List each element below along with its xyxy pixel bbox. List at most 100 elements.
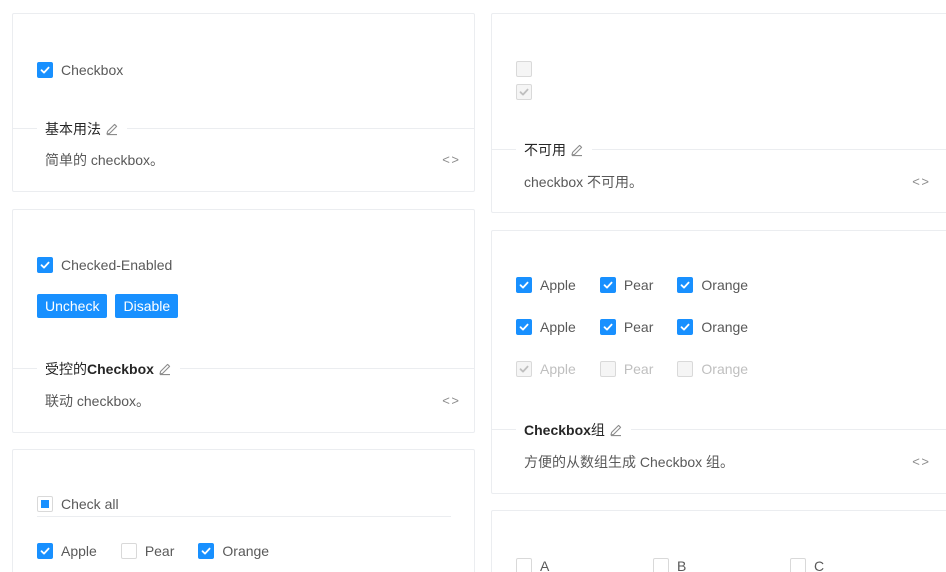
checkbox-box[interactable] bbox=[37, 543, 53, 559]
checkbox-label: Orange bbox=[701, 277, 749, 293]
checkbox-c[interactable]: C bbox=[790, 556, 927, 572]
check-icon bbox=[39, 64, 51, 76]
demo-description: 简单的 checkbox。 bbox=[45, 152, 165, 168]
checkbox-label: Orange bbox=[222, 543, 270, 559]
checkbox-label: Pear bbox=[144, 543, 175, 559]
code-expand-icon[interactable]: < > bbox=[442, 150, 459, 170]
checkbox-label: B bbox=[677, 558, 687, 572]
checkbox-apple[interactable]: Apple bbox=[516, 359, 584, 379]
disable-button[interactable]: Disable bbox=[115, 294, 179, 318]
demo-card-basic: Checkbox 基本用法 简单的 checkbox。 < > bbox=[12, 13, 475, 192]
checkbox-apple[interactable]: Apple bbox=[516, 317, 584, 337]
checkbox-apple[interactable]: Apple bbox=[516, 275, 584, 295]
demo-card-controlled: Checked-Enabled Uncheck Disable 受控的 Chec… bbox=[12, 209, 475, 433]
check-icon bbox=[679, 321, 691, 333]
checkbox-orange[interactable]: Orange bbox=[677, 317, 756, 337]
checkbox-label: A bbox=[540, 558, 550, 572]
checkbox-box[interactable] bbox=[516, 319, 532, 335]
checkbox-box[interactable] bbox=[198, 543, 215, 559]
checkbox-box[interactable] bbox=[516, 558, 532, 572]
checkbox-label: Checkbox bbox=[61, 62, 124, 78]
checkbox-box[interactable] bbox=[599, 319, 616, 335]
controlled-checkbox[interactable]: Checked-Enabled bbox=[37, 255, 180, 275]
demo-card-disabled: 不可用 checkbox 不可用。 < > bbox=[491, 13, 946, 213]
check-icon bbox=[39, 259, 51, 271]
checkbox-box[interactable] bbox=[37, 62, 53, 78]
checkbox-group-row-disabled: Apple Pear Orange bbox=[516, 359, 772, 379]
check-icon bbox=[518, 321, 530, 333]
checkbox-orange[interactable]: Orange bbox=[677, 275, 756, 295]
demo-title-text: 基本用法 bbox=[45, 121, 101, 137]
demo-title-text: 组 bbox=[590, 422, 605, 438]
checkbox-box[interactable] bbox=[516, 361, 532, 377]
demo-card-group: Apple Pear Orange Apple Pear Orange Appl… bbox=[491, 230, 946, 494]
demo-title: 不可用 bbox=[516, 140, 592, 160]
checkbox-label: C bbox=[814, 558, 825, 572]
edit-icon[interactable] bbox=[158, 362, 172, 376]
checkbox-box[interactable] bbox=[677, 319, 694, 335]
checkbox-group-row: Apple Pear Orange bbox=[37, 541, 451, 561]
demo-title: 基本用法 bbox=[37, 119, 127, 139]
check-all-divider bbox=[37, 516, 451, 517]
code-expand-icon[interactable]: < > bbox=[442, 391, 459, 411]
check-icon bbox=[39, 545, 51, 557]
basic-checkbox[interactable]: Checkbox bbox=[37, 60, 131, 80]
demo-title: Checkbox 组 bbox=[516, 420, 631, 440]
checkbox-box[interactable] bbox=[516, 277, 532, 293]
checkbox-box[interactable] bbox=[120, 543, 137, 559]
checkbox-label: Checked-Enabled bbox=[61, 257, 173, 273]
checkbox-box[interactable] bbox=[37, 496, 53, 512]
checkbox-group-row: Apple Pear Orange bbox=[516, 317, 772, 337]
checkbox-box[interactable] bbox=[37, 257, 53, 273]
disabled-checkbox-unchecked[interactable] bbox=[516, 61, 532, 80]
check-icon bbox=[518, 363, 530, 375]
checkbox-a[interactable]: A bbox=[516, 556, 653, 572]
checkbox-group-row: Apple Pear Orange bbox=[516, 275, 772, 295]
checkbox-pear[interactable]: Pear bbox=[120, 541, 183, 561]
checkbox-box[interactable] bbox=[653, 558, 669, 572]
checkbox-label: Apple bbox=[540, 277, 576, 293]
checkbox-label: Check all bbox=[61, 496, 119, 512]
checkbox-label: Pear bbox=[623, 361, 654, 377]
checkbox-box[interactable] bbox=[677, 361, 694, 377]
demo-description: checkbox 不可用。 bbox=[524, 174, 644, 190]
demo-card-layout: A B C bbox=[491, 510, 946, 572]
code-expand-icon[interactable]: < > bbox=[912, 452, 929, 472]
checkbox-box[interactable] bbox=[599, 277, 616, 293]
demo-title: 受控的 Checkbox bbox=[37, 359, 180, 379]
checkbox-label: Pear bbox=[623, 319, 654, 335]
check-icon bbox=[679, 279, 691, 291]
checkbox-apple[interactable]: Apple bbox=[37, 541, 105, 561]
checkbox-b[interactable]: B bbox=[653, 556, 790, 572]
edit-icon[interactable] bbox=[105, 122, 119, 136]
uncheck-button[interactable]: Uncheck bbox=[37, 294, 108, 318]
checkbox-box[interactable] bbox=[516, 61, 532, 77]
checkbox-pear[interactable]: Pear bbox=[599, 275, 662, 295]
check-icon bbox=[602, 279, 614, 291]
edit-icon[interactable] bbox=[609, 423, 623, 437]
checkbox-box[interactable] bbox=[790, 558, 806, 572]
checkbox-label: Apple bbox=[540, 319, 576, 335]
checkbox-box[interactable] bbox=[677, 277, 694, 293]
demo-title-code: Checkbox bbox=[524, 422, 591, 438]
checkbox-box[interactable] bbox=[599, 361, 616, 377]
checkbox-label: Apple bbox=[540, 361, 576, 377]
check-all-checkbox[interactable]: Check all bbox=[37, 494, 127, 514]
edit-icon[interactable] bbox=[570, 143, 584, 157]
checkbox-pear[interactable]: Pear bbox=[599, 317, 662, 337]
checkbox-orange[interactable]: Orange bbox=[198, 541, 277, 561]
demo-description: 联动 checkbox。 bbox=[45, 393, 151, 409]
checkbox-box[interactable] bbox=[516, 84, 532, 100]
check-icon bbox=[200, 545, 212, 557]
checkbox-pear[interactable]: Pear bbox=[599, 359, 662, 379]
check-icon bbox=[518, 279, 530, 291]
check-icon bbox=[518, 86, 530, 98]
check-icon bbox=[602, 321, 614, 333]
code-expand-icon[interactable]: < > bbox=[912, 172, 929, 192]
demo-title-text: 不可用 bbox=[524, 142, 566, 158]
checkbox-orange[interactable]: Orange bbox=[677, 359, 756, 379]
disabled-checkbox-checked[interactable] bbox=[516, 84, 532, 101]
checkbox-label: Orange bbox=[701, 319, 749, 335]
demo-title-text: 受控的 bbox=[45, 361, 87, 377]
checkbox-label: Pear bbox=[623, 277, 654, 293]
